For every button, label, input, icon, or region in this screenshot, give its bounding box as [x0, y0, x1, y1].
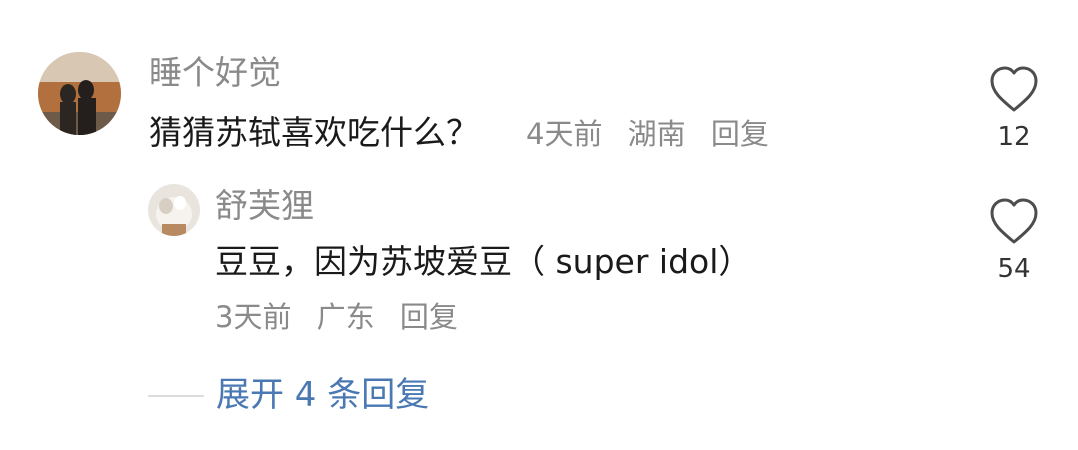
- comment-location: 湖南: [627, 117, 686, 151]
- avatar-replier[interactable]: [148, 184, 200, 236]
- heart-icon: [990, 198, 1038, 244]
- avatar-commenter[interactable]: [38, 52, 121, 135]
- reply-text: 豆豆，因为苏坡爱豆（ super idol）: [215, 242, 752, 281]
- expand-divider: [148, 395, 204, 397]
- reply-like-button[interactable]: [984, 194, 1044, 248]
- heart-icon: [990, 66, 1038, 112]
- comment-text: 猜猜苏轼喜欢吃什么？: [149, 113, 479, 152]
- comment-like-count: 12: [997, 122, 1031, 152]
- reply-reply-button[interactable]: 回复: [400, 300, 458, 334]
- reply-time: 3天前: [215, 300, 292, 334]
- comment-meta: 4天前 湖南 回复: [526, 116, 785, 152]
- reply-location: 广东: [316, 300, 375, 334]
- comment-time: 4天前: [526, 117, 603, 151]
- replier-username[interactable]: 舒芙狸: [215, 186, 314, 226]
- commenter-username[interactable]: 睡个好觉: [149, 53, 281, 93]
- expand-replies-button[interactable]: 展开 4 条回复: [216, 374, 429, 416]
- comment-like-button[interactable]: [984, 62, 1044, 116]
- reply-meta: 3天前 广东 回复: [215, 299, 474, 335]
- reply-like-count: 54: [997, 254, 1031, 284]
- comment-reply-button[interactable]: 回复: [711, 117, 769, 151]
